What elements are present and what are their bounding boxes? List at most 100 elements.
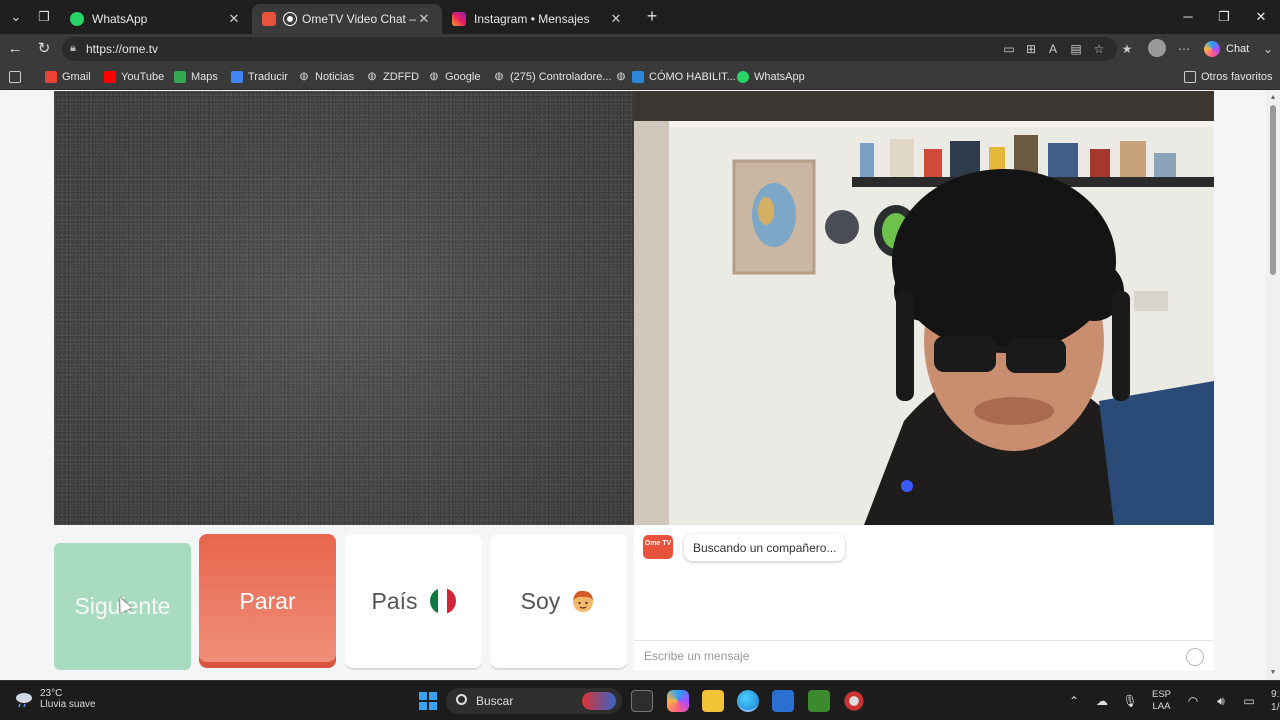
sidebar-toggle-icon[interactable]	[9, 69, 26, 85]
logo-text: Ome TV	[644, 540, 672, 547]
ometv-logo: Ome TV	[643, 535, 673, 559]
reader-icon[interactable]: ▤	[1068, 41, 1084, 57]
self-video-feed	[634, 91, 1214, 525]
bookmark-label: Google	[445, 71, 481, 83]
favorite-star-icon[interactable]: ☆	[1091, 41, 1107, 57]
camera-recording-icon	[283, 12, 297, 26]
bookmarks-bar: Gmail YouTube Maps Traducir ◍ Noticias ◍ Z…	[0, 64, 1280, 90]
maps-icon	[174, 71, 186, 83]
more-menu-icon[interactable]: ⋯	[1176, 41, 1192, 57]
camera-icon[interactable]: ▭	[1001, 41, 1017, 57]
back-arrow-icon[interactable]: ←	[4, 38, 26, 60]
bookmark-youtube[interactable]: YouTube	[104, 69, 164, 85]
tab-instagram[interactable]: Instagram • Mensajes ✕	[442, 4, 634, 34]
page-scrollbar[interactable]: ▲ ▼	[1266, 91, 1280, 680]
scroll-up-icon[interactable]: ▲	[1269, 94, 1277, 102]
translate-page-icon[interactable]: A	[1045, 41, 1061, 57]
country-button[interactable]: País	[345, 534, 482, 668]
microphone-icon[interactable]: 🎙︎	[1122, 693, 1138, 709]
minecraft-icon[interactable]	[808, 690, 830, 712]
store-icon[interactable]	[772, 690, 794, 712]
language-indicator[interactable]: ESP LAA	[1152, 689, 1171, 713]
copilot-chat-button[interactable]: Chat	[1204, 40, 1249, 58]
copilot-icon	[1204, 41, 1220, 57]
profile-avatar[interactable]	[1148, 39, 1166, 57]
new-tab-icon[interactable]: +	[641, 6, 663, 28]
search-icon	[456, 694, 467, 705]
stop-label: Parar	[239, 587, 296, 614]
tab-ometv[interactable]: OmeTV Video Chat — Omegle ✕	[252, 4, 442, 34]
tab-whatsapp[interactable]: WhatsApp ✕	[60, 4, 252, 34]
bookmark-zdffd[interactable]: ◍ ZDFFD	[366, 69, 419, 85]
wifi-icon[interactable]: ◠	[1185, 693, 1201, 709]
boy-emoji-icon	[570, 588, 596, 614]
bookmark-como-habilitar[interactable]: ◍ CÓMO HABILIT...	[615, 69, 736, 85]
refresh-icon[interactable]: ↻	[33, 38, 55, 60]
lang-top: ESP	[1152, 689, 1172, 700]
youtube-icon	[104, 71, 116, 83]
translate-icon	[231, 71, 243, 83]
system-tray: ⌃ ☁ 🎙︎ ESP LAA ◠ 🔊︎ ▭ 9:16 p. m. 1/08/20…	[1060, 681, 1280, 720]
url-input[interactable]: 🔒︎ https://ome.tv	[62, 37, 1117, 61]
bookmark-traducir[interactable]: Traducir	[231, 69, 288, 85]
ometv-icon	[262, 12, 276, 26]
bookmark-controladores[interactable]: ◍ (275) Controladore...	[493, 69, 612, 85]
scroll-thumb[interactable]	[1270, 105, 1276, 275]
close-tab-icon[interactable]: ✕	[608, 11, 624, 27]
bookmark-label: ZDFFD	[383, 71, 420, 83]
close-tab-icon[interactable]: ✕	[226, 11, 242, 27]
chevron-up-icon[interactable]: ⌃	[1066, 693, 1082, 709]
maximize-icon[interactable]: ❐	[1213, 6, 1235, 28]
status-text: Buscando un compañero...	[693, 540, 837, 555]
bookmark-gmail[interactable]: Gmail	[45, 69, 91, 85]
close-window-icon[interactable]: ✕	[1250, 6, 1272, 28]
apps-icon[interactable]: ⊞	[1023, 41, 1039, 57]
m365-icon[interactable]	[667, 690, 689, 712]
message-input[interactable]: Escribe un mensaje	[634, 640, 1214, 671]
tab-title: WhatsApp	[92, 12, 148, 26]
bookmark-maps[interactable]: Maps	[174, 69, 218, 85]
url-text: https://ome.tv	[86, 42, 159, 56]
emoji-icon[interactable]	[1186, 648, 1204, 666]
bookmark-label: CÓMO HABILIT...	[649, 71, 736, 83]
volume-icon[interactable]: 🔊︎	[1213, 693, 1229, 709]
weather-widget[interactable]: 23°C Lluvia suave	[14, 688, 96, 710]
taskbar-search[interactable]: Buscar	[446, 688, 622, 714]
browser-titlebar: ⌄ ❐ WhatsApp ✕ OmeTV Video Chat — Omegle…	[0, 0, 1280, 34]
file-explorer-icon[interactable]	[702, 690, 724, 712]
tab-actions-menu-icon[interactable]: ⌄	[4, 5, 28, 29]
address-toolbar: ← ↻ 🔒︎ https://ome.tv ▭ ⊞ A ▤ ☆ ★ ⋯ Chat…	[0, 34, 1280, 64]
workspaces-icon[interactable]: ❐	[32, 5, 56, 29]
weather-temp: 23°C	[40, 688, 63, 699]
clock[interactable]: 9:16 p. m. 1/08/2026	[1271, 688, 1280, 714]
task-view-icon[interactable]	[631, 690, 653, 712]
cloud-rain-icon	[14, 690, 34, 708]
lock-icon: 🔒︎	[70, 42, 76, 54]
close-tab-icon[interactable]: ✕	[416, 11, 432, 27]
minimize-icon[interactable]: ─	[1177, 6, 1199, 28]
ometv-page: Siguiente Parar País Soy Ome TV Buscando…	[0, 91, 1266, 680]
status-message: Buscando un compañero...	[684, 534, 846, 561]
globe-icon: ◍	[429, 71, 439, 82]
windows-taskbar: 23°C Lluvia suave Buscar ⌃ ☁ 🎙︎ ESP LAA …	[0, 680, 1280, 720]
message-placeholder: Escribe un mensaje	[644, 649, 750, 663]
start-button[interactable]	[419, 692, 437, 710]
edge-icon[interactable]	[737, 690, 759, 712]
lang-bottom: LAA	[1152, 701, 1171, 712]
page-icon	[632, 71, 644, 83]
favorites-icon[interactable]: ★	[1119, 41, 1135, 57]
bookmark-google[interactable]: ◍ Google	[428, 69, 481, 85]
mexico-flag-icon	[429, 588, 456, 614]
other-favorites[interactable]: Otros favoritos	[1184, 69, 1273, 85]
roblox-icon[interactable]	[843, 690, 865, 712]
chevron-down-icon[interactable]: ⌄	[1260, 41, 1276, 57]
globe-icon: ◍	[494, 71, 504, 82]
cloud-sync-icon[interactable]: ☁	[1094, 693, 1110, 709]
stop-button[interactable]: Parar	[199, 534, 336, 668]
gender-button[interactable]: Soy	[490, 534, 627, 668]
bookmark-whatsapp[interactable]: WhatsApp	[737, 69, 805, 85]
bookmark-noticias[interactable]: ◍ Noticias	[298, 69, 355, 85]
scroll-down-icon[interactable]: ▼	[1269, 669, 1277, 677]
battery-icon[interactable]: ▭	[1241, 693, 1257, 709]
search-label: Buscar	[476, 694, 514, 708]
